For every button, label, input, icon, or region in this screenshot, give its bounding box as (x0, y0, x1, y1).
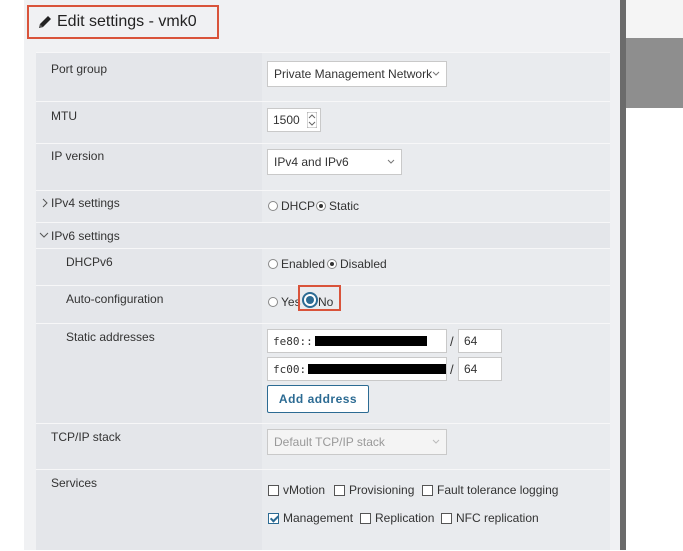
ipv4-static-label: Static (329, 199, 360, 213)
address-prefix: fc00: (273, 362, 307, 376)
chevron-down-icon[interactable] (39, 231, 49, 239)
dhcpv6-disabled-radio[interactable]: Disabled (327, 257, 387, 271)
ip-version-value: IPv4 and IPv6 (274, 155, 349, 169)
checkbox-box[interactable] (441, 512, 452, 524)
checkbox-box[interactable] (334, 484, 345, 496)
service-nfc-replication-checkbox[interactable]: NFC replication (441, 511, 539, 525)
dialog-shadow (620, 0, 626, 550)
service-label: Fault tolerance logging (437, 483, 559, 497)
static-address-input-1[interactable]: fe80:: (267, 329, 447, 353)
address-prefix: fe80:: (273, 334, 313, 348)
service-label: Provisioning (349, 483, 415, 497)
row-ipv6 (36, 222, 610, 249)
prefix-length-value: 64 (464, 334, 478, 348)
stepper-icon[interactable] (307, 112, 317, 128)
dhcpv6-disabled-label: Disabled (340, 257, 387, 271)
radio-dot-selected[interactable] (327, 259, 337, 269)
service-provisioning-checkbox[interactable]: Provisioning (334, 483, 414, 497)
prefix-length-input-2[interactable]: 64 (458, 357, 502, 381)
checkbox-box[interactable] (422, 484, 433, 496)
checkbox-box-checked[interactable] (268, 512, 279, 524)
add-address-button[interactable]: Add address (267, 385, 369, 413)
ipv4-dhcp-radio[interactable]: DHCP (268, 199, 315, 213)
ip-version-label: IP version (51, 149, 105, 163)
service-label: NFC replication (456, 511, 539, 525)
service-label: vMotion (283, 483, 326, 497)
static-address-input-2[interactable]: fc00: (267, 357, 447, 381)
background-edge-dark (626, 38, 683, 108)
prefix-separator: / (450, 334, 454, 349)
prefix-length-input-1[interactable]: 64 (458, 329, 502, 353)
dialog-title: Edit settings - vmk0 (27, 5, 219, 39)
ip-version-select[interactable]: IPv4 and IPv6 (267, 149, 402, 175)
service-replication-checkbox[interactable]: Replication (360, 511, 434, 525)
pencil-icon (39, 16, 51, 28)
dhcpv6-enabled-radio[interactable]: Enabled (268, 257, 325, 271)
chevron-down-icon (432, 71, 440, 76)
service-label: Replication (375, 511, 435, 525)
dialog-title-text: Edit settings - vmk0 (57, 13, 197, 30)
mtu-input[interactable]: 1500 (267, 108, 321, 132)
mtu-label: MTU (51, 109, 77, 123)
radio-dot[interactable] (268, 201, 278, 211)
ipv4-dhcp-label: DHCP (281, 199, 316, 213)
services-label: Services (51, 476, 98, 490)
redaction-bar (314, 336, 427, 346)
service-management-checkbox[interactable]: Management (268, 511, 353, 525)
checkbox-box[interactable] (268, 484, 279, 496)
radio-dot-selected[interactable] (316, 201, 326, 211)
ipv6-settings-label[interactable]: IPv6 settings (51, 229, 120, 243)
background-edge (626, 0, 683, 38)
chevron-down-icon (432, 439, 440, 444)
port-group-label: Port group (51, 62, 108, 76)
ipv4-settings-label[interactable]: IPv4 settings (51, 196, 120, 210)
mtu-value: 1500 (273, 113, 300, 127)
chevron-right-icon[interactable] (41, 198, 49, 208)
port-group-value: Private Management Network (274, 67, 433, 81)
dhcpv6-label: DHCPv6 (66, 255, 113, 269)
port-group-select[interactable]: Private Management Network (267, 61, 447, 87)
chevron-down-icon (387, 159, 395, 164)
redaction-bar (308, 364, 446, 374)
autoconf-label: Auto-configuration (66, 292, 164, 306)
prefix-length-value: 64 (464, 362, 478, 376)
tcpip-stack-select: Default TCP/IP stack (267, 429, 447, 455)
highlight-box (298, 285, 341, 311)
tcpip-stack-value: Default TCP/IP stack (274, 435, 385, 449)
ipv4-static-radio[interactable]: Static (316, 199, 359, 213)
service-ft-logging-checkbox[interactable]: Fault tolerance logging (422, 483, 558, 497)
autoconf-yes-radio[interactable]: Yes (268, 295, 301, 309)
checkbox-box[interactable] (360, 512, 371, 524)
cell-bg (262, 470, 610, 550)
service-vmotion-checkbox[interactable]: vMotion (268, 483, 325, 497)
static-addresses-label: Static addresses (66, 330, 155, 344)
prefix-separator: / (450, 362, 454, 377)
tcpip-stack-label: TCP/IP stack (51, 430, 121, 444)
radio-dot[interactable] (268, 259, 278, 269)
service-label: Management (283, 511, 354, 525)
radio-dot[interactable] (268, 297, 278, 307)
dhcpv6-enabled-label: Enabled (281, 257, 326, 271)
